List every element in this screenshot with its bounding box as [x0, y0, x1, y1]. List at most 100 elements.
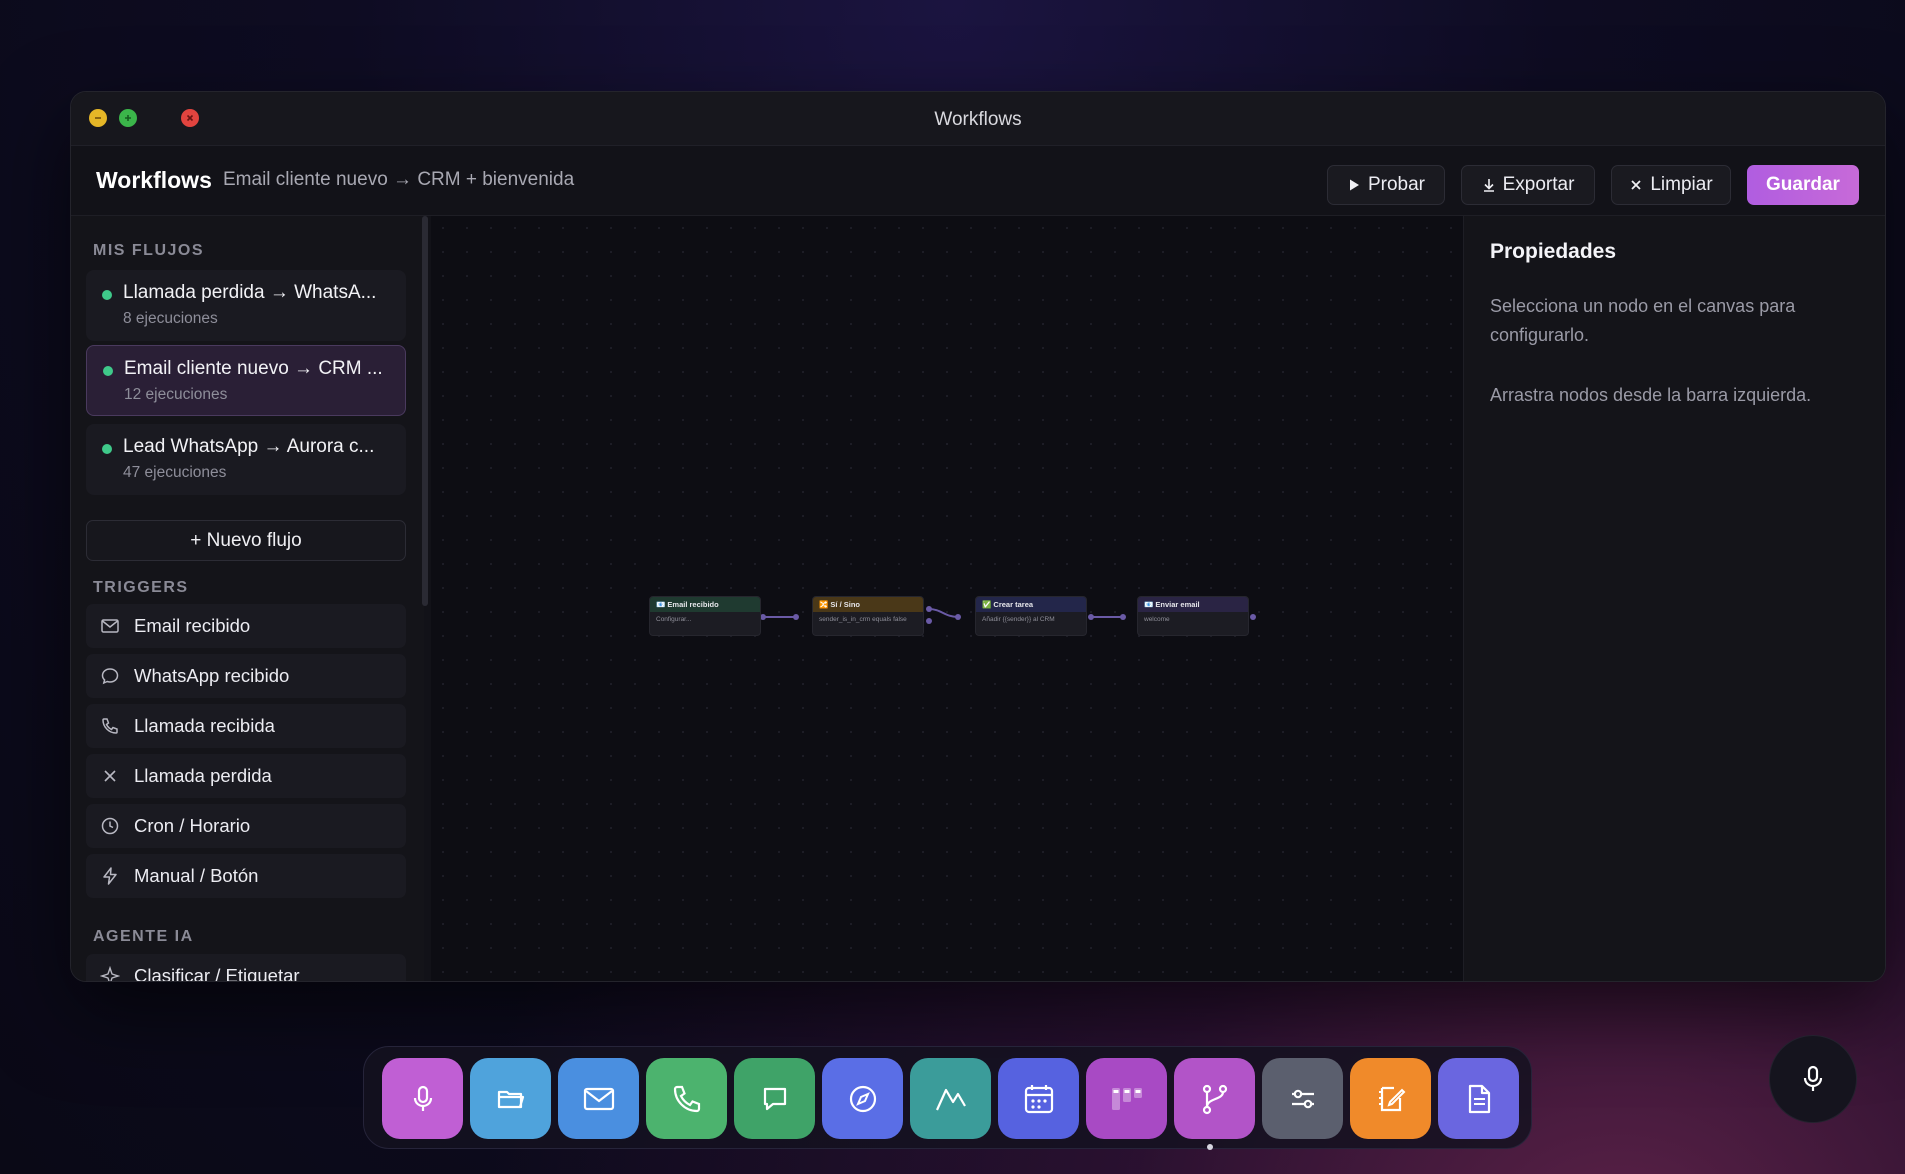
microphone-icon [1803, 1065, 1823, 1091]
trigger-label: WhatsApp recibido [134, 665, 290, 686]
sparkle-icon [100, 966, 120, 981]
node-body: Añadir {{sender}} al CRM [982, 616, 1055, 623]
dock-notes-app[interactable] [1350, 1058, 1431, 1139]
node-body: Configurar... [656, 616, 692, 623]
trigger-llamada-perdida[interactable]: Llamada perdida [86, 754, 406, 798]
properties-panel: Propiedades Selecciona un nodo en el can… [1463, 216, 1885, 981]
properties-hint-select: Selecciona un nodo en el canvas para con… [1490, 296, 1796, 345]
trigger-manual-boton[interactable]: Manual / Botón [86, 854, 406, 898]
dock-messages-app[interactable] [734, 1058, 815, 1139]
dock-documents-app[interactable] [1438, 1058, 1519, 1139]
dock-phone-app[interactable] [646, 1058, 727, 1139]
properties-title: Propiedades [1490, 240, 1617, 263]
flow-name: Lead WhatsApp → Aurora c... [123, 436, 375, 457]
trigger-label: Cron / Horario [134, 815, 251, 836]
flow-runs: 47 ejecuciones [123, 464, 227, 481]
folder-icon [497, 1090, 524, 1108]
trigger-label: Llamada perdida [134, 765, 272, 786]
phone-icon [102, 718, 118, 734]
trigger-cron-horario[interactable]: Cron / Horario [86, 804, 406, 848]
workflows-window: Workflows Workflows Email cliente nuevo … [70, 91, 1886, 982]
sidebar: MIS FLUJOS Llamada perdida → WhatsA... 8… [71, 216, 424, 981]
trigger-whatsapp-recibido[interactable]: WhatsApp recibido [86, 654, 406, 698]
document-icon [1468, 1084, 1490, 1113]
mail-icon [583, 1087, 614, 1110]
workflow-header: Workflows Email cliente nuevo → CRM + bi… [71, 146, 1885, 216]
node-body: sender_is_in_crm equals false [819, 616, 907, 623]
workflow-name: Email cliente nuevo → CRM + bienvenida [223, 169, 575, 190]
node-enviar-email[interactable]: 📧 Enviar email welcome [1137, 596, 1249, 636]
connection-lines [760, 606, 1256, 624]
probar-button[interactable]: Probar [1327, 165, 1445, 205]
probar-label: Probar [1367, 174, 1426, 195]
dock-mail-app[interactable] [558, 1058, 639, 1139]
voice-input-button[interactable] [1769, 1035, 1857, 1123]
bolt-icon [103, 867, 117, 885]
node-title: ✅ Crear tarea [976, 597, 1086, 612]
dock-browser-app[interactable] [822, 1058, 903, 1139]
sidebar-scrollbar[interactable] [422, 216, 428, 606]
flow-runs: 8 ejecuciones [123, 310, 218, 327]
flow-item-active[interactable]: Email cliente nuevo → CRM ... 12 ejecuci… [86, 345, 406, 416]
guardar-button[interactable]: Guardar [1747, 165, 1859, 205]
workflow-icon [1202, 1084, 1227, 1114]
active-app-indicator [1207, 1144, 1213, 1150]
notes-icon [1378, 1086, 1405, 1111]
dock-kanban-app[interactable] [1086, 1058, 1167, 1139]
status-dot [103, 366, 113, 376]
workflow-canvas[interactable]: 📧 Email recibido Configurar... 🔀 Sí / Si… [431, 216, 1463, 981]
flow-name: Email cliente nuevo → CRM ... [124, 358, 383, 379]
title-bar: Workflows [71, 92, 1885, 146]
x-icon [1631, 180, 1641, 190]
dock-settings-app[interactable] [1262, 1058, 1343, 1139]
page-title: Workflows [96, 167, 212, 193]
download-icon [1483, 179, 1494, 192]
node-email-recibido[interactable]: 📧 Email recibido Configurar... [649, 596, 761, 636]
flow-item[interactable]: Lead WhatsApp → Aurora c... 47 ejecucion… [86, 424, 406, 495]
flow-runs: 12 ejecuciones [124, 386, 228, 403]
dock-workflows-app[interactable] [1174, 1058, 1255, 1139]
trigger-email-recibido[interactable]: Email recibido [86, 604, 406, 648]
phone-icon [673, 1085, 700, 1112]
status-dot [102, 290, 112, 300]
chart-icon [935, 1088, 966, 1110]
x-icon [104, 770, 116, 782]
agent-clasificar-etiquetar[interactable]: Clasificar / Etiquetar [86, 954, 406, 981]
kanban-icon [1111, 1087, 1142, 1110]
triggers-section-title: TRIGGERS [93, 579, 189, 596]
exportar-label: Exportar [1502, 174, 1575, 195]
agent-section-title: AGENTE IA [93, 928, 194, 945]
app-dock [363, 1046, 1532, 1149]
limpiar-button[interactable]: Limpiar [1611, 165, 1731, 205]
mail-icon [101, 619, 119, 633]
trigger-label: Manual / Botón [134, 865, 259, 886]
node-body: welcome [1144, 616, 1170, 623]
voice-icon [413, 1085, 432, 1111]
window-title: Workflows [934, 109, 1022, 130]
status-dot [102, 444, 112, 454]
chat-icon [101, 668, 119, 685]
node-crear-tarea[interactable]: ✅ Crear tarea Añadir {{sender}} al CRM [975, 596, 1087, 636]
flow-item[interactable]: Llamada perdida → WhatsA... 8 ejecucione… [86, 270, 406, 341]
node-title: 📧 Email recibido [650, 597, 760, 612]
new-flow-button[interactable]: + Nuevo flujo [86, 520, 406, 561]
message-icon [763, 1087, 786, 1110]
dock-files-app[interactable] [470, 1058, 551, 1139]
exportar-button[interactable]: Exportar [1461, 165, 1595, 205]
limpiar-label: Limpiar [1650, 174, 1713, 195]
compass-icon [849, 1085, 876, 1112]
dock-voice-app[interactable] [382, 1058, 463, 1139]
flows-section-title: MIS FLUJOS [93, 242, 205, 259]
node-si-sino[interactable]: 🔀 Sí / Sino sender_is_in_crm equals fals… [812, 596, 924, 636]
node-title: 🔀 Sí / Sino [813, 597, 923, 612]
play-icon [1349, 179, 1359, 191]
trigger-label: Llamada recibida [134, 715, 275, 736]
dock-analytics-app[interactable] [910, 1058, 991, 1139]
flow-name: Llamada perdida → WhatsA... [123, 282, 377, 303]
node-title: 📧 Enviar email [1138, 597, 1248, 612]
dock-calendar-app[interactable] [998, 1058, 1079, 1139]
trigger-llamada-recibida[interactable]: Llamada recibida [86, 704, 406, 748]
agent-label: Clasificar / Etiquetar [134, 965, 300, 981]
settings-icon [1291, 1089, 1314, 1108]
properties-hint-drag: Arrastra nodos desde la barra izquierda. [1490, 385, 1812, 405]
